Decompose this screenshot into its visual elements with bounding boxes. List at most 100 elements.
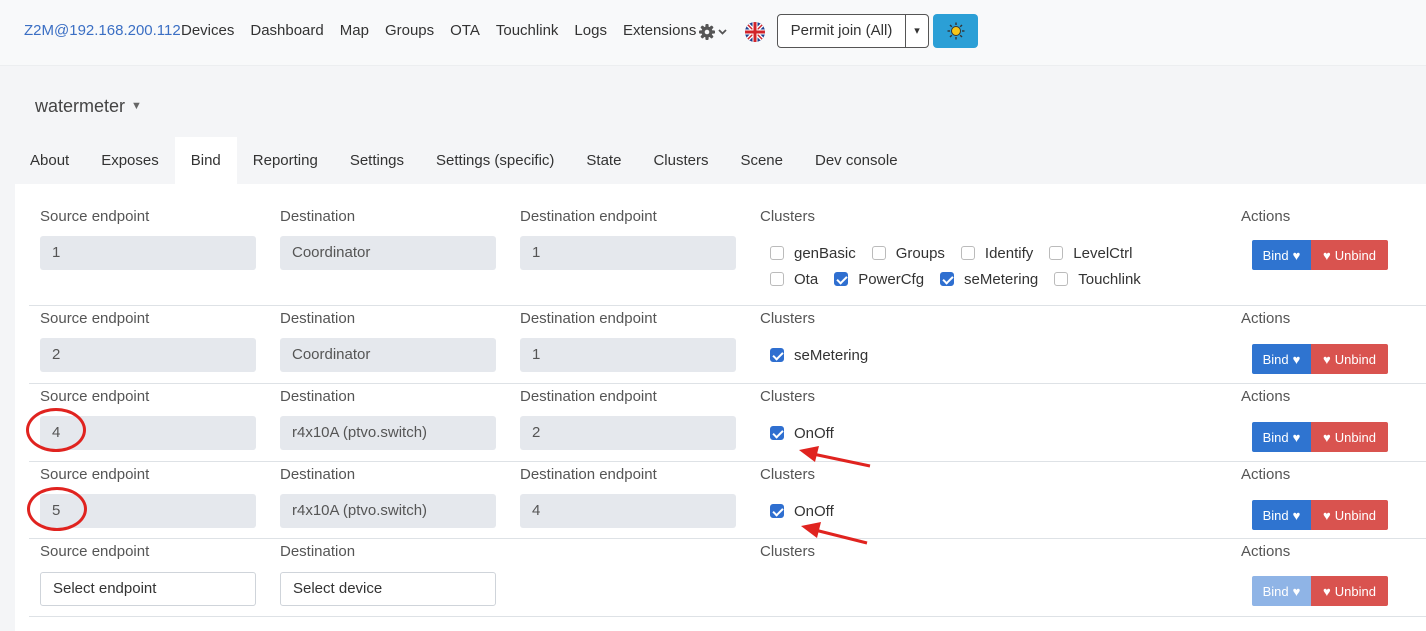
device-name: watermeter xyxy=(35,96,126,116)
bind-button[interactable]: Bind ♥ xyxy=(1252,240,1311,270)
gear-icon[interactable] xyxy=(698,22,728,42)
clusters-label: Clusters xyxy=(760,388,816,405)
nav-map[interactable]: Map xyxy=(340,22,369,39)
chevron-down-icon: ▼ xyxy=(131,100,142,112)
destination-field: r4x10A (ptvo.switch) xyxy=(280,416,496,450)
heart-icon: ♥ xyxy=(1292,247,1301,263)
tab-bind[interactable]: Bind xyxy=(174,137,237,184)
brand-link[interactable]: Z2M@192.168.200.112 xyxy=(24,22,181,39)
annotation-arrows xyxy=(799,446,871,545)
nav-groups[interactable]: Groups xyxy=(385,22,434,39)
destination-endpoint-field: 1 xyxy=(520,338,736,372)
broken-heart-icon: ♥ xyxy=(1323,583,1331,599)
destination-device-select[interactable]: Select device xyxy=(280,572,496,606)
bind-row: Source endpoint Destination Destination … xyxy=(29,306,1426,384)
broken-heart-icon: ♥ xyxy=(1323,351,1331,367)
bind-button[interactable]: Bind ♥ xyxy=(1252,422,1311,452)
destination-field: Coordinator xyxy=(280,236,496,270)
nav-dashboard[interactable]: Dashboard xyxy=(250,22,323,39)
heart-icon: ♥ xyxy=(1292,507,1301,523)
source-endpoint-label: Source endpoint xyxy=(40,310,150,327)
nav-devices[interactable]: Devices xyxy=(181,22,234,39)
tab-scene[interactable]: Scene xyxy=(724,137,799,184)
destination-label: Destination xyxy=(280,310,356,327)
cluster-checkbox[interactable]: PowerCfg xyxy=(834,266,924,292)
source-endpoint-label: Source endpoint xyxy=(40,466,150,483)
row-actions: Bind ♥ ♥ Unbind xyxy=(1252,422,1388,452)
bind-button[interactable]: Bind ♥ xyxy=(1252,576,1311,606)
row-actions: Bind ♥ ♥ Unbind xyxy=(1252,576,1388,606)
theme-toggle-button[interactable] xyxy=(933,14,978,48)
nav-touchlink[interactable]: Touchlink xyxy=(496,22,559,39)
uk-flag-icon[interactable] xyxy=(745,22,765,42)
nav-extensions[interactable]: Extensions xyxy=(623,22,696,39)
bind-row: Source endpoint Destination Destination … xyxy=(29,184,1426,306)
tab-dev-console[interactable]: Dev console xyxy=(799,137,914,184)
actions-label: Actions xyxy=(1241,208,1291,225)
actions-label: Actions xyxy=(1241,543,1291,560)
bind-panel: Source endpoint Destination Destination … xyxy=(15,184,1426,631)
tab-exposes[interactable]: Exposes xyxy=(85,137,175,184)
cluster-checkbox[interactable]: seMetering xyxy=(940,266,1038,292)
tab-state[interactable]: State xyxy=(570,137,637,184)
bind-button[interactable]: Bind ♥ xyxy=(1252,344,1311,374)
nav-logs[interactable]: Logs xyxy=(574,22,607,39)
bind-row: Source endpoint Destination Destination … xyxy=(29,462,1426,539)
clusters-label: Clusters xyxy=(760,310,816,327)
cluster-checkbox[interactable]: seMetering xyxy=(770,342,868,368)
heart-icon: ♥ xyxy=(1292,429,1301,445)
destination-endpoint-label: Destination endpoint xyxy=(520,388,657,405)
destination-endpoint-field: 4 xyxy=(520,494,736,528)
destination-endpoint-field: 2 xyxy=(520,416,736,450)
tab-about[interactable]: About xyxy=(14,137,85,184)
cluster-checkbox[interactable]: Identify xyxy=(960,240,1033,266)
destination-label: Destination xyxy=(280,543,356,560)
destination-endpoint-field: 1 xyxy=(520,236,736,270)
unbind-button[interactable]: ♥ Unbind xyxy=(1311,344,1388,374)
row-actions: Bind ♥ ♥ Unbind xyxy=(1252,500,1388,530)
tab-clusters[interactable]: Clusters xyxy=(637,137,724,184)
source-endpoint-select[interactable]: Select endpoint xyxy=(40,572,256,606)
top-navbar: Z2M@192.168.200.112 Devices Dashboard Ma… xyxy=(0,0,1426,66)
nav-links: Devices Dashboard Map Groups OTA Touchli… xyxy=(181,22,712,39)
permit-join-button[interactable]: Permit join (All) xyxy=(778,15,906,47)
tab-reporting[interactable]: Reporting xyxy=(237,137,334,184)
cluster-checkbox[interactable]: LevelCtrl xyxy=(1049,240,1132,266)
destination-label: Destination xyxy=(280,388,356,405)
tab-settings[interactable]: Settings xyxy=(334,137,420,184)
chevron-down-icon[interactable]: ▾ xyxy=(906,15,928,47)
annotation-circle xyxy=(27,487,87,531)
heart-icon: ♥ xyxy=(1292,351,1301,367)
source-endpoint-field: 2 xyxy=(40,338,256,372)
sun-icon xyxy=(947,22,964,40)
cluster-checkbox[interactable]: genBasic xyxy=(770,240,856,266)
unbind-button[interactable]: ♥ Unbind xyxy=(1311,422,1388,452)
broken-heart-icon: ♥ xyxy=(1323,507,1331,523)
broken-heart-icon: ♥ xyxy=(1323,247,1331,263)
source-endpoint-label: Source endpoint xyxy=(40,208,150,225)
cluster-checkboxes: genBasic Groups Identify LevelCtrl Ota P… xyxy=(770,240,1200,292)
source-endpoint-label: Source endpoint xyxy=(40,388,150,405)
cluster-checkbox[interactable]: Groups xyxy=(871,240,945,266)
destination-field: r4x10A (ptvo.switch) xyxy=(280,494,496,528)
permit-join-dropdown: Permit join (All) ▾ xyxy=(777,14,929,48)
destination-endpoint-label: Destination endpoint xyxy=(520,310,657,327)
unbind-button[interactable]: ♥ Unbind xyxy=(1311,576,1388,606)
device-selector[interactable]: watermeter ▼ xyxy=(35,96,142,117)
bind-row: Source endpoint Destination Destination … xyxy=(29,384,1426,462)
cluster-checkbox[interactable]: Ota xyxy=(770,266,818,292)
source-endpoint-field: 1 xyxy=(40,236,256,270)
actions-label: Actions xyxy=(1241,310,1291,327)
cluster-checkbox[interactable]: Touchlink xyxy=(1054,266,1141,292)
destination-endpoint-label: Destination endpoint xyxy=(520,466,657,483)
unbind-button[interactable]: ♥ Unbind xyxy=(1311,240,1388,270)
actions-label: Actions xyxy=(1241,388,1291,405)
new-bind-row: Source endpoint Destination Clusters Act… xyxy=(29,539,1426,617)
nav-ota[interactable]: OTA xyxy=(450,22,480,39)
destination-label: Destination xyxy=(280,466,356,483)
unbind-button[interactable]: ♥ Unbind xyxy=(1311,500,1388,530)
row-actions: Bind ♥ ♥ Unbind xyxy=(1252,240,1388,270)
bind-button[interactable]: Bind ♥ xyxy=(1252,500,1311,530)
tab-settings-specific[interactable]: Settings (specific) xyxy=(420,137,570,184)
broken-heart-icon: ♥ xyxy=(1323,429,1331,445)
